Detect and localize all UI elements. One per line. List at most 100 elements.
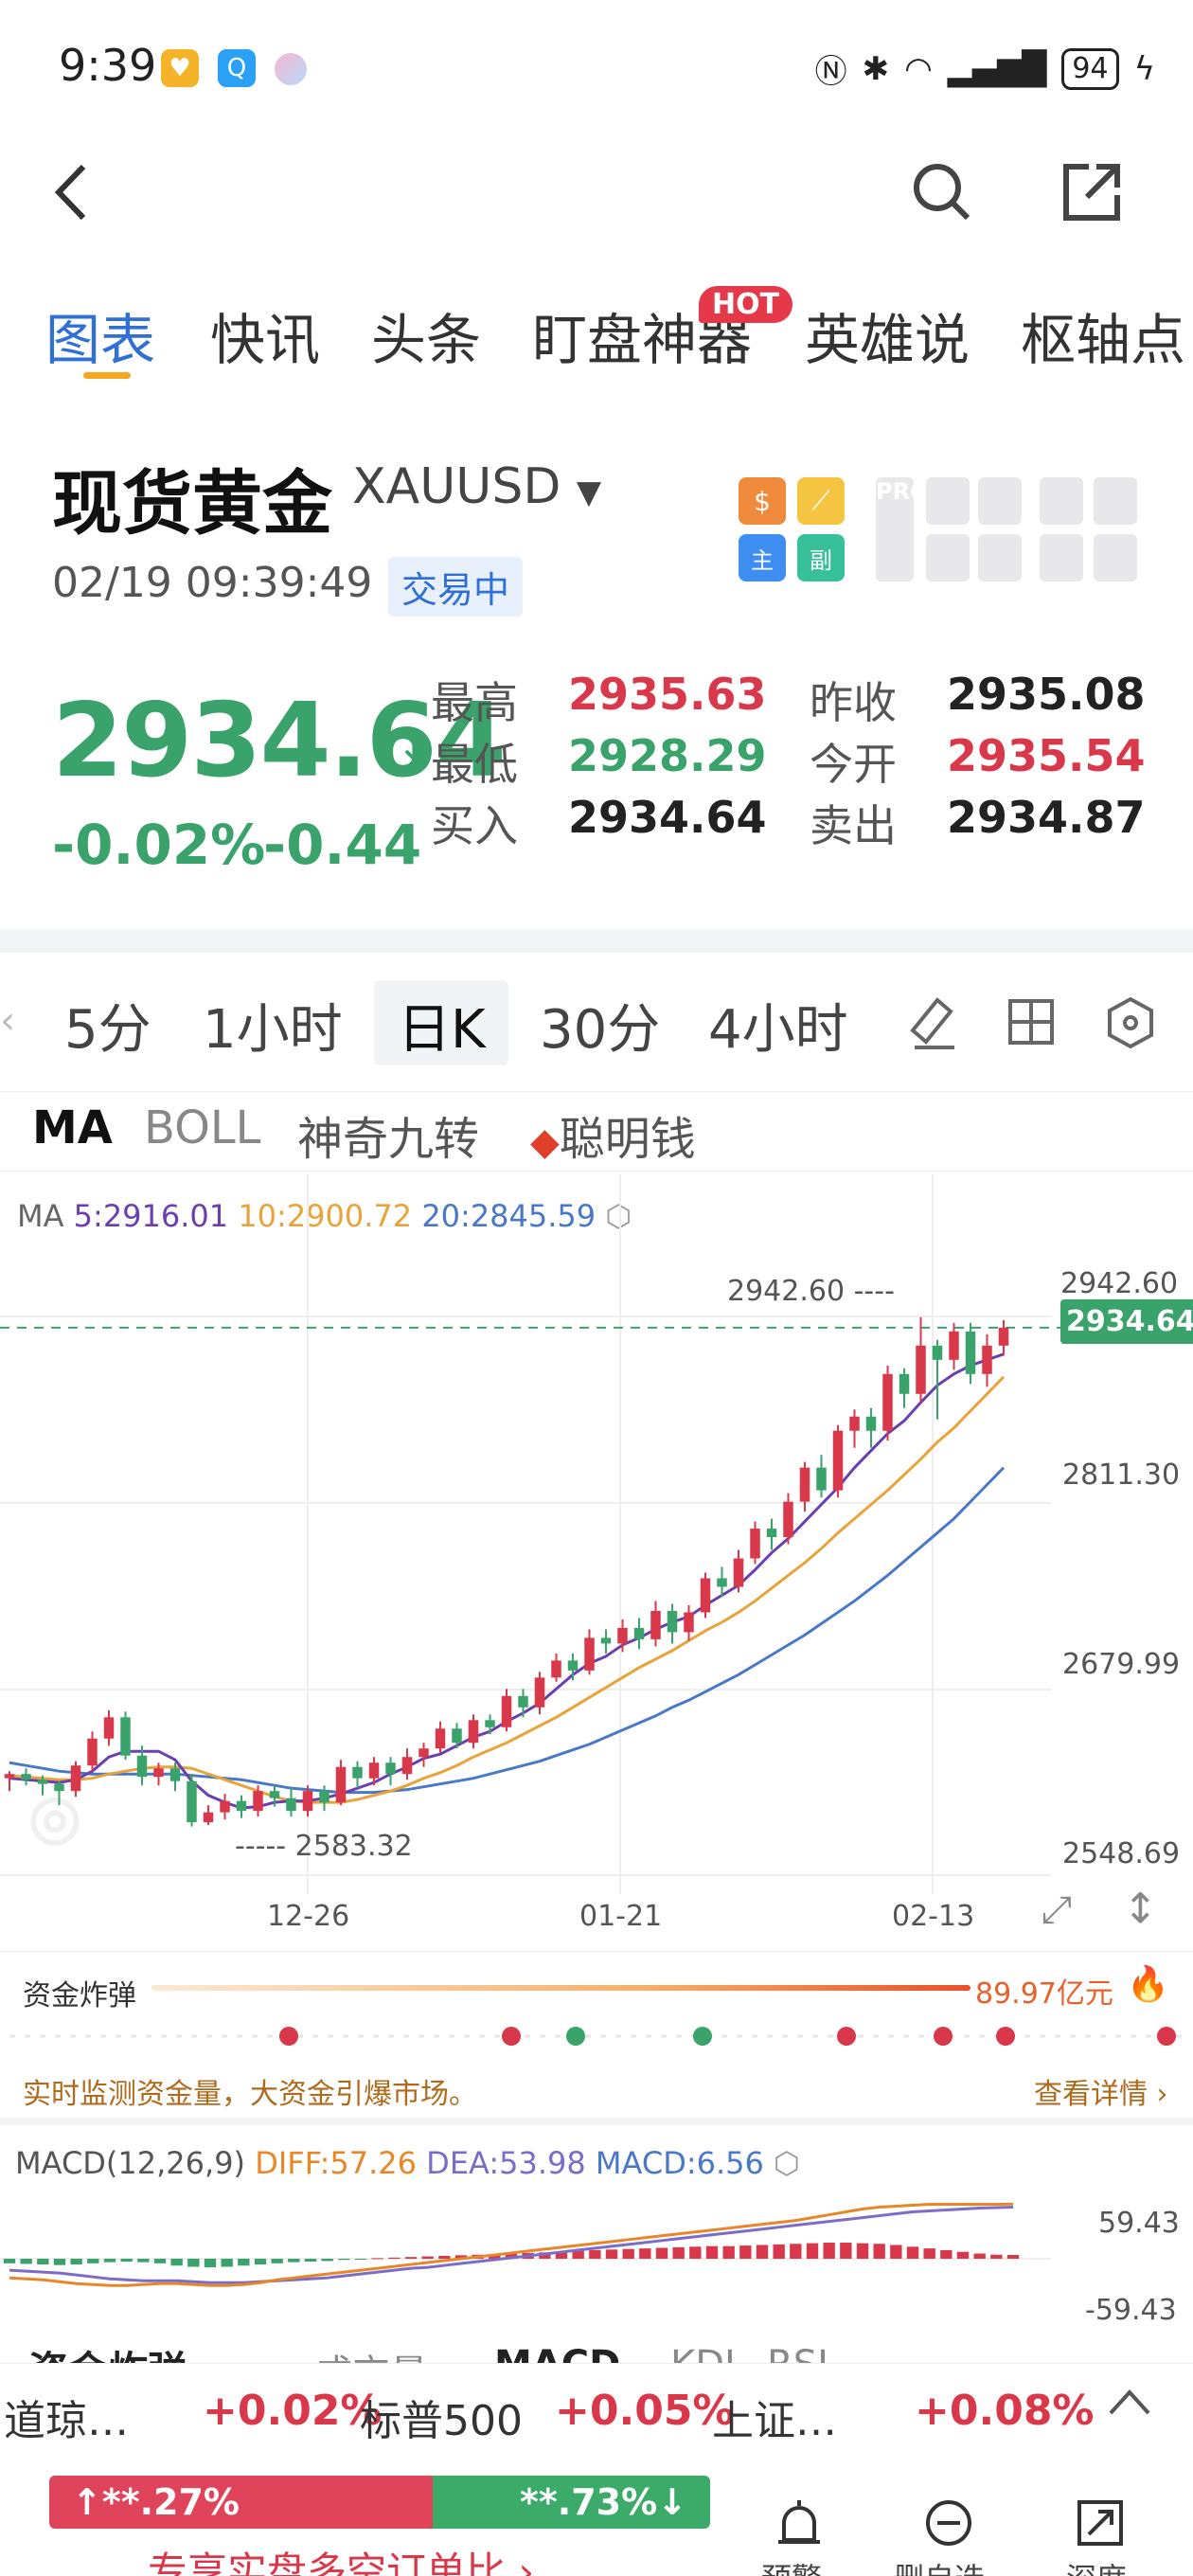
candle-body	[882, 1373, 893, 1431]
candle-body	[783, 1501, 793, 1538]
pro-badge[interactable]: PRO	[876, 477, 929, 581]
y-tick-2: 2811.30	[1062, 1458, 1181, 1492]
high-marker: 2942.60 ----	[727, 1275, 895, 1308]
open-value: 2935.54	[947, 730, 1146, 781]
candle-body	[21, 1774, 31, 1780]
promo-link[interactable]: 专享实盘多空订单比 ›	[148, 2540, 534, 2576]
candlestick-chart[interactable]: ◎	[0, 1174, 1193, 1932]
battery-icon: 94	[1061, 47, 1119, 90]
tab-heroes[interactable]: 英雄说	[805, 295, 970, 375]
period-4hour[interactable]: 4小时	[708, 987, 848, 1064]
chart-settings-button[interactable]	[1106, 996, 1155, 1053]
change-absolute: -0.44	[263, 813, 422, 877]
layout-button[interactable]	[1007, 998, 1055, 1049]
macd-bar	[589, 2249, 601, 2259]
ticker-sp500-name[interactable]: 标普500	[360, 2387, 523, 2447]
back-button[interactable]	[47, 159, 95, 240]
macd-bar	[1006, 2255, 1020, 2259]
macd-bar	[204, 2259, 217, 2268]
macd-bar	[756, 2245, 769, 2259]
ticker-dow-name[interactable]: 道琼…	[4, 2387, 129, 2447]
wifi-icon: ◠	[904, 49, 933, 88]
candle-body	[54, 1783, 64, 1792]
chart-divider	[0, 1951, 1193, 1952]
fund-bomb-note: 实时监测资金量，大资金引爆市场。	[23, 2078, 477, 2111]
instrument-symbol-dropdown[interactable]: XAUUSD ▼	[352, 458, 601, 515]
ticker-expand-button[interactable]	[1106, 2383, 1153, 2424]
vertical-resize-icon[interactable]: ↕	[1123, 1885, 1158, 1933]
line-tool-icon[interactable]: ⟋	[797, 477, 845, 525]
candle-body	[286, 1798, 296, 1812]
macd-bar	[404, 2257, 418, 2259]
tab-headlines[interactable]: 头条	[371, 295, 481, 375]
status-time: 9:39	[59, 40, 157, 91]
app-root: 9:39 ♥ Q Ⓝ ✱ ◠ ▂▄▆█ 94 ϟ 图表 快讯 头条 盯盘神器 H…	[0, 0, 1193, 2576]
macd-bar	[137, 2259, 150, 2263]
ticker-sse-name[interactable]: 上证…	[712, 2387, 837, 2447]
period-5min[interactable]: 5分	[64, 987, 151, 1064]
candle-body	[120, 1717, 131, 1756]
signal-dot	[1157, 2027, 1176, 2046]
macd-chart[interactable]	[0, 2188, 1051, 2330]
candle-body	[534, 1677, 545, 1708]
more-icon[interactable]	[1094, 534, 1137, 581]
dollar-icon[interactable]: $	[739, 477, 786, 525]
remove-watchlist-button[interactable]	[924, 2498, 973, 2551]
chart-locked-icon[interactable]	[1094, 477, 1137, 525]
view-details-label: 查看详情	[1034, 2078, 1148, 2111]
instrument-symbol: XAUUSD	[352, 458, 561, 515]
candle-body	[187, 1780, 197, 1823]
signal-dot	[837, 2027, 856, 2046]
trend-locked-icon[interactable]	[978, 534, 1022, 581]
battery-level: 94	[1072, 52, 1109, 85]
candle-body	[916, 1345, 926, 1394]
list-locked-icon[interactable]	[1040, 534, 1083, 581]
period-daily[interactable]: 日K	[398, 987, 486, 1064]
fullscreen-icon[interactable]: ⤢	[1042, 1888, 1072, 1932]
indicator-ma[interactable]: MA	[32, 1101, 113, 1154]
macd-settings-icon[interactable]: ⬡	[774, 2145, 800, 2181]
ticket-locked-icon[interactable]	[978, 477, 1022, 525]
candle-body	[236, 1800, 247, 1812]
candle-body	[965, 1331, 976, 1374]
tab-chart[interactable]: 图表	[45, 295, 155, 375]
alert-locked-icon[interactable]	[926, 477, 970, 525]
period-1hour[interactable]: 1小时	[203, 987, 343, 1064]
view-details-link[interactable]: 查看详情 ›	[1034, 2070, 1168, 2112]
sub-chart-icon[interactable]: 副	[797, 534, 845, 581]
share-button[interactable]	[1060, 161, 1123, 227]
draw-tool-button[interactable]	[905, 993, 958, 1055]
period-30min[interactable]: 30分	[540, 987, 660, 1064]
macd-y-top: 59.43	[1098, 2207, 1180, 2240]
indicator-smart-money[interactable]: ◆聪明钱	[530, 1101, 696, 1168]
candle-body	[401, 1757, 413, 1775]
signal-icon: ▂▄▆█	[947, 49, 1047, 88]
money-locked-icon[interactable]	[1040, 477, 1083, 525]
search-button[interactable]	[911, 161, 973, 227]
sentiment-long: ↑**.27%	[49, 2476, 433, 2529]
ask-value: 2934.87	[947, 792, 1146, 843]
macd-bar	[840, 2243, 852, 2259]
tab-flash-news[interactable]: 快讯	[210, 295, 320, 375]
candle-body	[103, 1717, 115, 1739]
alert-button[interactable]	[775, 2498, 824, 2551]
candle-body	[368, 1762, 380, 1779]
candle-body	[70, 1765, 81, 1792]
sentiment-bar[interactable]: ↑**.27% **.73%↓	[49, 2476, 710, 2529]
main-chart-icon[interactable]: 主	[739, 534, 786, 581]
indicator-td9[interactable]: 神奇九转	[297, 1101, 479, 1168]
signal-dot	[996, 2027, 1015, 2046]
tab-pivot[interactable]: 枢轴点	[1021, 295, 1185, 375]
macd-bar	[655, 2247, 668, 2259]
share-icon	[1063, 164, 1120, 221]
macd-bar	[622, 2248, 634, 2259]
bell-locked-icon[interactable]	[926, 534, 970, 581]
open-label: 今开	[810, 739, 897, 790]
macd-y-bottom: -59.43	[1085, 2294, 1177, 2327]
indicator-boll[interactable]: BOLL	[144, 1101, 260, 1154]
landscape-button[interactable]	[1076, 2498, 1125, 2551]
macd-bar	[120, 2259, 133, 2263]
low-label: 最低	[431, 739, 518, 790]
scroll-left-hint: ‹	[0, 999, 15, 1043]
chevron-up-icon	[1109, 2389, 1150, 2415]
